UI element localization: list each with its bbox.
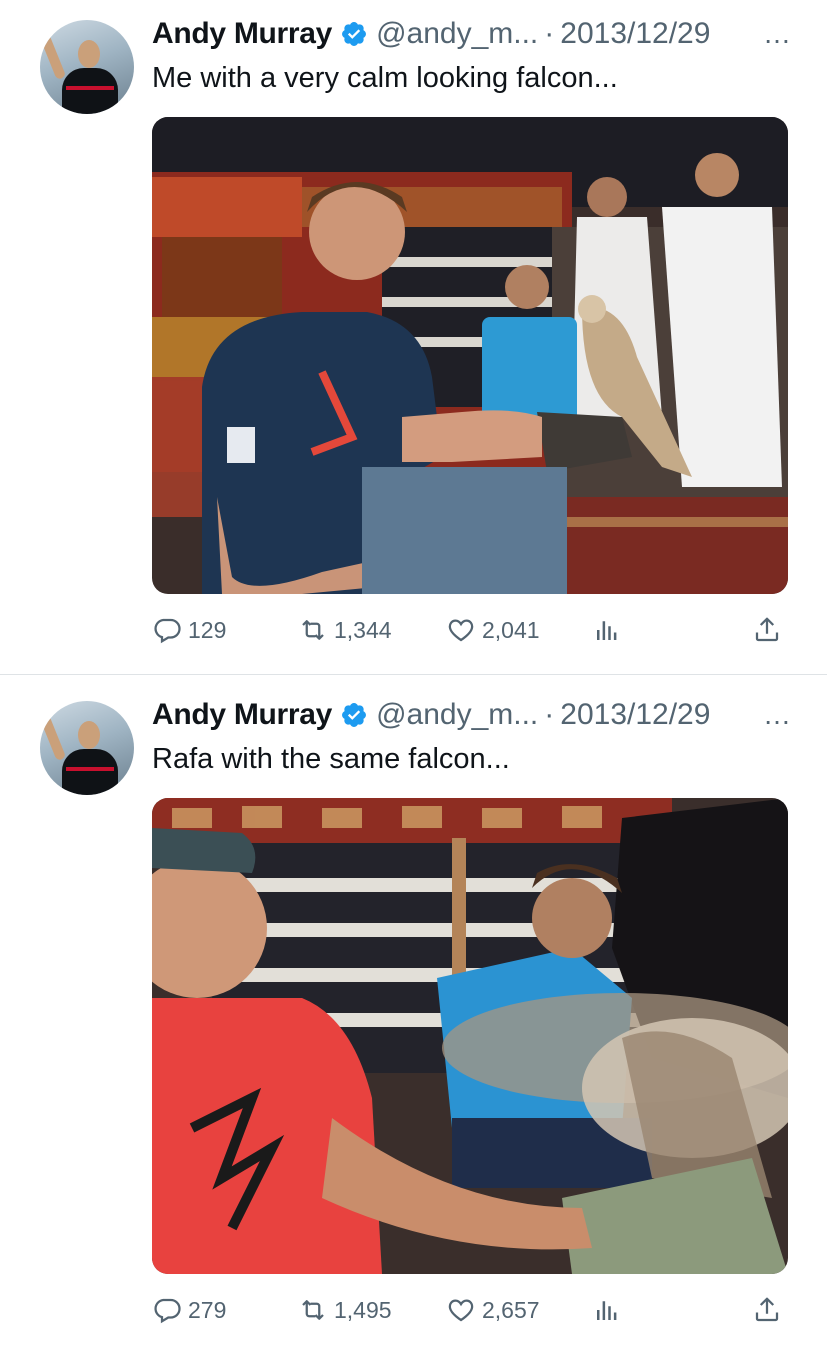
tweet-date[interactable]: 2013/12/29 — [560, 17, 710, 51]
retweet-icon — [302, 620, 324, 640]
reply-button[interactable]: 129 — [152, 610, 226, 650]
tweet-date[interactable]: 2013/12/29 — [560, 698, 710, 732]
retweet-count: 1,344 — [334, 616, 392, 643]
tweet-header: Andy Murray @andy_m... · 2013/12/29 … — [152, 16, 792, 52]
analytics-icon — [597, 1301, 617, 1320]
tweet-photo[interactable] — [152, 798, 788, 1274]
retweet-button[interactable]: 1,495 — [298, 1290, 392, 1330]
tweet-text: Me with a very calm looking falcon... — [152, 62, 618, 94]
like-count: 2,657 — [482, 1296, 540, 1323]
share-button[interactable] — [752, 1290, 788, 1330]
share-icon — [755, 1297, 779, 1322]
like-button[interactable]: 2,041 — [446, 610, 540, 650]
tweet-actions: 129 1,344 2,041 — [152, 610, 788, 650]
verified-badge-icon — [342, 703, 367, 727]
author-handle[interactable]: @andy_m... — [376, 17, 538, 51]
avatar[interactable] — [40, 20, 134, 114]
verified-badge-icon — [342, 22, 367, 46]
reply-count: 129 — [188, 616, 227, 643]
separator-dot: · — [544, 698, 555, 731]
reply-icon — [154, 1298, 181, 1324]
tweet-photo[interactable] — [152, 117, 788, 594]
more-options-icon[interactable]: … — [763, 697, 792, 733]
retweet-count: 1,495 — [334, 1296, 392, 1323]
tweet-1[interactable]: Andy Murray @andy_m... · 2013/12/29 … Me… — [0, 0, 827, 672]
share-icon — [755, 617, 779, 642]
retweet-button[interactable]: 1,344 — [298, 610, 392, 650]
photo-rafa-with-falcon — [152, 798, 788, 1274]
separator-dot: · — [544, 17, 555, 50]
reply-count: 279 — [188, 1296, 227, 1323]
author-name[interactable]: Andy Murray — [152, 17, 332, 51]
reply-button[interactable]: 279 — [152, 1290, 226, 1330]
reply-icon — [154, 618, 181, 644]
views-button[interactable] — [592, 1290, 628, 1330]
retweet-icon — [302, 1300, 324, 1320]
avatar[interactable] — [40, 701, 134, 795]
tweet-header: Andy Murray @andy_m... · 2013/12/29 … — [152, 697, 792, 733]
author-handle[interactable]: @andy_m... — [376, 698, 538, 732]
share-button[interactable] — [752, 610, 788, 650]
heart-icon — [448, 619, 474, 642]
author-name[interactable]: Andy Murray — [152, 698, 332, 732]
views-button[interactable] — [592, 610, 628, 650]
heart-icon — [448, 1299, 474, 1322]
like-button[interactable]: 2,657 — [446, 1290, 540, 1330]
tweet-2[interactable]: Andy Murray @andy_m... · 2013/12/29 … Ra… — [0, 675, 827, 1346]
photo-andy-with-falcon — [152, 117, 788, 594]
like-count: 2,041 — [482, 616, 540, 643]
tweet-text: Rafa with the same falcon... — [152, 743, 510, 775]
analytics-icon — [597, 621, 617, 640]
more-options-icon[interactable]: … — [763, 16, 792, 52]
tweet-actions: 279 1,495 2,657 — [152, 1290, 788, 1330]
